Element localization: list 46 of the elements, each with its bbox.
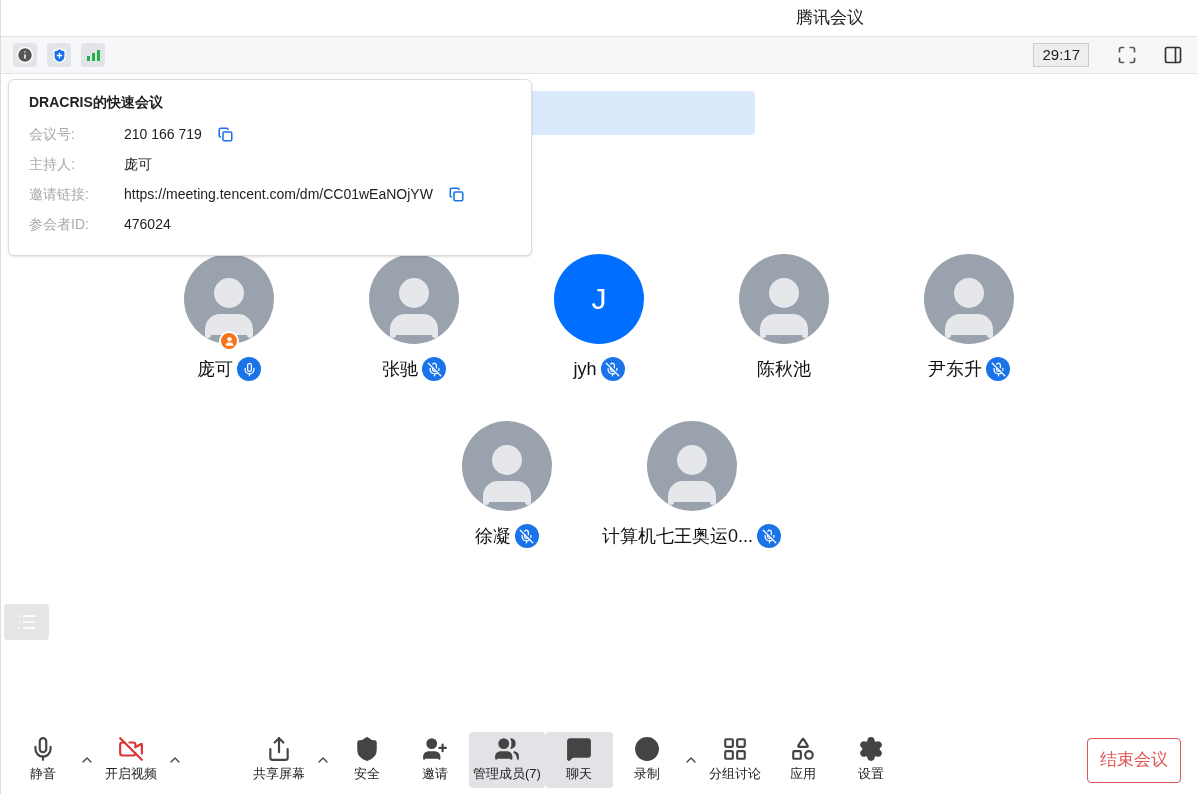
- info-icon[interactable]: [13, 43, 37, 67]
- toolbar-button[interactable]: 静音: [9, 732, 77, 788]
- video-off-icon: [118, 736, 144, 763]
- toolbar-button[interactable]: 共享屏幕: [245, 732, 313, 788]
- participant-name: 徐凝: [474, 524, 511, 548]
- participant-name: 张驰: [382, 357, 418, 381]
- shield-icon: [354, 736, 380, 763]
- field-label: 参会者ID:: [29, 214, 90, 234]
- chat-bubble-icon: [565, 736, 592, 763]
- field-value: 210 166 719: [124, 124, 202, 144]
- participant-name: 尹东升: [928, 357, 982, 381]
- toolbar-button[interactable]: 安全: [333, 732, 401, 788]
- share-screen-icon: [266, 736, 292, 763]
- toolbar-button[interactable]: 应用: [768, 732, 837, 788]
- end-meeting-button[interactable]: 结束会议: [1087, 737, 1181, 783]
- participant-name: 计算机七王奥运0...: [602, 524, 753, 548]
- copy-icon[interactable]: [217, 126, 233, 142]
- field-label: 主持人:: [29, 154, 76, 174]
- field-value: https://meeting.tencent.com/dm/CC01wEaNOjYW: [124, 184, 433, 204]
- record-icon: [633, 736, 660, 763]
- participant-name: 陈秋池: [757, 357, 811, 381]
- gear-icon: [857, 736, 884, 763]
- meeting-title: DRACRIS的快速会议: [29, 93, 164, 112]
- field-label: 会议号:: [29, 124, 76, 144]
- list-icon: [16, 612, 37, 632]
- toolbar-button[interactable]: 聊天: [544, 732, 613, 788]
- copy-icon[interactable]: [448, 186, 464, 202]
- field-value: 庞可: [124, 154, 152, 174]
- participant-name: 庞可: [197, 357, 233, 381]
- users-icon: [493, 736, 520, 763]
- shield-icon[interactable]: [47, 43, 71, 67]
- toolbar-button[interactable]: 开启视频: [97, 732, 165, 788]
- participant-name: jyh: [573, 357, 597, 381]
- user-plus-icon: [422, 736, 448, 763]
- blocks-icon: [721, 736, 748, 763]
- toolbar-button[interactable]: 邀请: [401, 732, 469, 788]
- toolbar-button[interactable]: 分组讨论: [700, 732, 769, 788]
- window-title: 腾讯会议: [796, 7, 864, 30]
- field-value: 476024: [124, 214, 171, 234]
- toolbar-button[interactable]: 录制: [612, 732, 681, 788]
- meeting-timer: 29:17: [1033, 43, 1089, 67]
- toolbar-button[interactable]: 设置: [836, 732, 905, 788]
- field-label: 邀请链接:: [29, 184, 90, 204]
- apps-icon: [789, 736, 816, 763]
- avatar: J: [554, 254, 644, 344]
- toolbar-button[interactable]: 管理成员(7): [469, 732, 545, 788]
